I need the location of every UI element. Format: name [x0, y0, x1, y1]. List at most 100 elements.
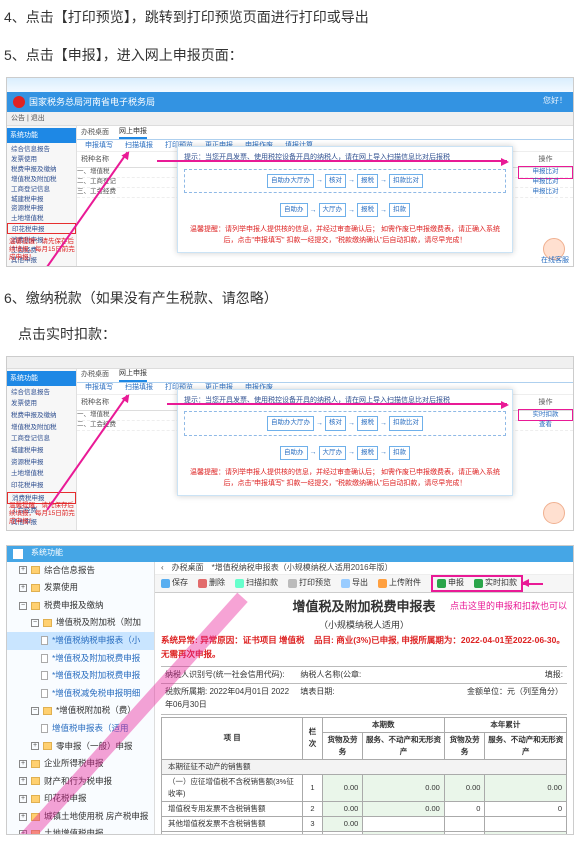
nav-item[interactable]: 城建税申报: [7, 194, 76, 203]
scan-icon: [235, 579, 244, 588]
expand-icon[interactable]: −: [31, 619, 39, 627]
nav-item[interactable]: 综合信息报告: [7, 144, 76, 153]
cell[interactable]: 0.00: [363, 801, 445, 816]
expand-icon[interactable]: +: [19, 830, 27, 833]
expand-icon[interactable]: +: [31, 742, 39, 750]
data-row: 其他增值税发票不含税销售额 3 0.00: [162, 816, 567, 831]
tab-report[interactable]: 网上申报: [119, 368, 147, 381]
tab-report[interactable]: 网上申报: [119, 126, 147, 139]
cell[interactable]: 0.00: [363, 774, 445, 801]
bread-prev[interactable]: ‹: [161, 562, 164, 575]
period-label: 税款所属期: 2022年04月01日 2022年06月30日: [161, 684, 296, 714]
op-link[interactable]: 申报比对: [518, 177, 573, 187]
expand-icon[interactable]: −: [31, 707, 39, 715]
tree-node-sub[interactable]: −增值税及附加税（附加: [7, 614, 154, 632]
row-label: （一）应征增值税不含税销售额(3%征收率): [162, 774, 303, 801]
th-col: 栏次: [303, 717, 322, 759]
highlight-box: 申报 实时扣款: [431, 575, 523, 592]
tree-node-sub2[interactable]: 增值税申报表（适用: [7, 720, 154, 738]
cell[interactable]: 0: [485, 801, 567, 816]
nav-item[interactable]: 工商登记信息: [7, 433, 76, 444]
nav-item[interactable]: 增值税及附加税: [7, 422, 76, 433]
tree-node-sub[interactable]: −*增值税附加税（费）: [7, 702, 154, 720]
op-fill[interactable]: 申报填写: [85, 382, 113, 393]
cell[interactable]: [444, 816, 485, 831]
op-fill[interactable]: 申报填写: [85, 140, 113, 151]
op-link[interactable]: 申报比对: [518, 187, 573, 197]
tree-node[interactable]: −税费申报及缴纳: [7, 597, 154, 615]
nav-item[interactable]: 发票使用: [7, 398, 76, 409]
tree-node[interactable]: +城镇土地使用税 房产税申报: [7, 808, 154, 826]
expand-icon[interactable]: +: [19, 566, 27, 574]
tree-node-sub2[interactable]: *增值税减免税申报明细: [7, 685, 154, 703]
step-4-text: 4、点击【打印预览】，跳转到打印预览页面进行打印或导出: [0, 0, 580, 38]
cat-cell: 本期征征不动产的销售额: [162, 759, 567, 774]
tree-node[interactable]: +发票使用: [7, 579, 154, 597]
nav-item[interactable]: 综合信息报告: [7, 387, 76, 398]
cell[interactable]: 0.00: [322, 801, 363, 816]
realtime-button[interactable]: 实时扣款: [474, 577, 517, 590]
upload-button[interactable]: 上传附件: [378, 577, 421, 590]
nav-item-selected[interactable]: 印花税申报: [7, 223, 76, 234]
print-button[interactable]: 打印预览: [288, 577, 331, 590]
tab-home[interactable]: 办税桌面: [81, 127, 109, 138]
tree-node-sub[interactable]: +零申报（一般）申报: [7, 738, 154, 756]
expand-icon[interactable]: +: [19, 813, 27, 821]
nav-item[interactable]: 城建税申报: [7, 445, 76, 456]
tree-node[interactable]: +综合信息报告: [7, 562, 154, 580]
tree-node-selected[interactable]: *增值税纳税申报表（小: [7, 632, 154, 650]
nav-item[interactable]: 税费申报及缴纳: [7, 410, 76, 421]
bread-home[interactable]: 办税桌面: [172, 562, 204, 575]
delete-button[interactable]: 删除: [198, 577, 225, 590]
nav-item[interactable]: 土地增值税: [7, 213, 76, 222]
expand-icon[interactable]: −: [19, 602, 27, 610]
op-link[interactable]: 查看: [518, 420, 573, 430]
tree-node-sub2[interactable]: *增值税及附加税费申报: [7, 650, 154, 668]
arrow-icon: →: [348, 447, 355, 458]
report-button[interactable]: 申报: [437, 577, 464, 590]
th-cur-a: 货物及劳务: [322, 732, 363, 759]
nav-item[interactable]: 发票使用: [7, 154, 76, 163]
scan-button[interactable]: 扫描扣款: [235, 577, 278, 590]
nav-item[interactable]: 土地增值税: [7, 468, 76, 479]
screenshot-3: 系统功能 +综合信息报告 +发票使用 −税费申报及缴纳 −增值税及附加税（附加 …: [6, 545, 574, 835]
cell[interactable]: 0.00: [322, 774, 363, 801]
cell[interactable]: 0.00: [322, 816, 363, 831]
cell[interactable]: [485, 816, 567, 831]
op-scan[interactable]: 扫描填报: [125, 382, 153, 393]
pink-arrow: [167, 403, 507, 405]
nav-item[interactable]: 资源税申报: [7, 203, 76, 212]
tree-node-sub2[interactable]: *增值税及附加税费申报: [7, 667, 154, 685]
expand-icon[interactable]: +: [19, 584, 27, 592]
cell[interactable]: 0.00: [363, 831, 445, 834]
export-button[interactable]: 导出: [341, 577, 368, 590]
print-icon: [288, 579, 297, 588]
expand-icon[interactable]: +: [19, 795, 27, 803]
tree-node[interactable]: +财产和行为税申报: [7, 773, 154, 791]
tab-row: 办税桌面 网上申报: [77, 369, 573, 383]
tree-node[interactable]: +土地增值税申报: [7, 825, 154, 833]
nav-item[interactable]: 工商登记信息: [7, 184, 76, 193]
pink-arrow: [157, 160, 507, 162]
menu-icon[interactable]: [13, 549, 23, 559]
cell[interactable]: 0.00: [485, 831, 567, 834]
nav-item[interactable]: 资源税申报: [7, 457, 76, 468]
expand-icon[interactable]: +: [19, 777, 27, 785]
tab-home[interactable]: 办税桌面: [81, 369, 109, 380]
data-row: 增值税专用发票不含税销售额 2 0.00 0.00 0 0: [162, 801, 567, 816]
save-button[interactable]: 保存: [161, 577, 188, 590]
nav-item[interactable]: 税费申报及缴纳: [7, 164, 76, 173]
tree-node[interactable]: +企业所得税申报: [7, 755, 154, 773]
main-pane: 办税桌面 网上申报 申报填写 扫描填报 打印预览 更正申报 申报作废 填报计算 …: [77, 126, 573, 266]
expand-icon[interactable]: +: [19, 760, 27, 768]
cell[interactable]: [363, 816, 445, 831]
info-dialog: 提示：当您开具发票、使用税控设备开具的纳税人，请在网上导入扫描信息比对后报税 自…: [177, 146, 513, 254]
cell[interactable]: 0: [444, 801, 485, 816]
cell[interactable]: 0.00: [485, 774, 567, 801]
nav-item[interactable]: 增值税及附加税: [7, 174, 76, 183]
tree-node[interactable]: +印花税申报: [7, 790, 154, 808]
cell[interactable]: 0.00: [444, 774, 485, 801]
folder-icon: [31, 830, 40, 833]
op-scan[interactable]: 扫描填报: [125, 140, 153, 151]
agent-avatar-icon[interactable]: [543, 502, 565, 524]
